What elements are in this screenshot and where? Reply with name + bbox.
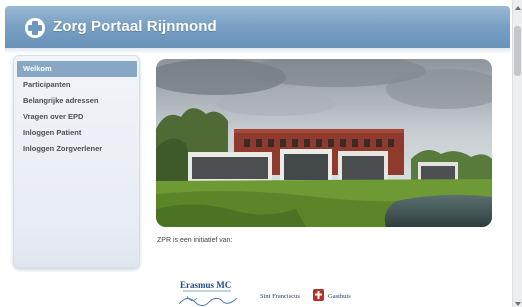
sidebar-item-inloggen-patient[interactable]: Inloggen Patient: [17, 125, 137, 141]
sidebar-item-vragen-over-epd[interactable]: Vragen over EPD: [17, 109, 137, 125]
building-photo: [156, 59, 492, 227]
scroll-down-arrow-icon[interactable]: [513, 296, 522, 306]
site-title[interactable]: Zorg Portaal Rijnmond: [53, 18, 217, 35]
intro-text: ZPR is een initiatief van:: [157, 237, 233, 244]
sidebar-item-inloggen-zorgverlener[interactable]: Inloggen Zorgverlener: [17, 141, 137, 157]
scroll-thumb[interactable]: [514, 26, 521, 76]
sidebar-item-welkom[interactable]: Welkom: [17, 61, 137, 77]
scroll-up-arrow-icon[interactable]: [513, 0, 522, 10]
svg-text:Erasmus MC: Erasmus MC: [180, 280, 231, 290]
sidebar-item-participanten[interactable]: Participanten: [17, 77, 137, 93]
header-shadow: [5, 48, 510, 54]
erasmus-mc-logo[interactable]: Erasmus MC: [173, 278, 243, 307]
vertical-scrollbar[interactable]: [512, 0, 522, 307]
svg-text:Sint Franciscus: Sint Franciscus: [260, 293, 300, 300]
site-header: Zorg Portaal Rijnmond: [5, 6, 510, 48]
sint-franciscus-gasthuis-logo[interactable]: Sint Franciscus Gasthuis: [260, 286, 360, 304]
svg-text:Gasthuis: Gasthuis: [328, 293, 351, 300]
sidebar-nav: Welkom Participanten Belangrijke adresse…: [13, 55, 140, 268]
medical-cross-icon: [25, 18, 45, 38]
sidebar-item-belangrijke-adressen[interactable]: Belangrijke adressen: [17, 93, 137, 109]
